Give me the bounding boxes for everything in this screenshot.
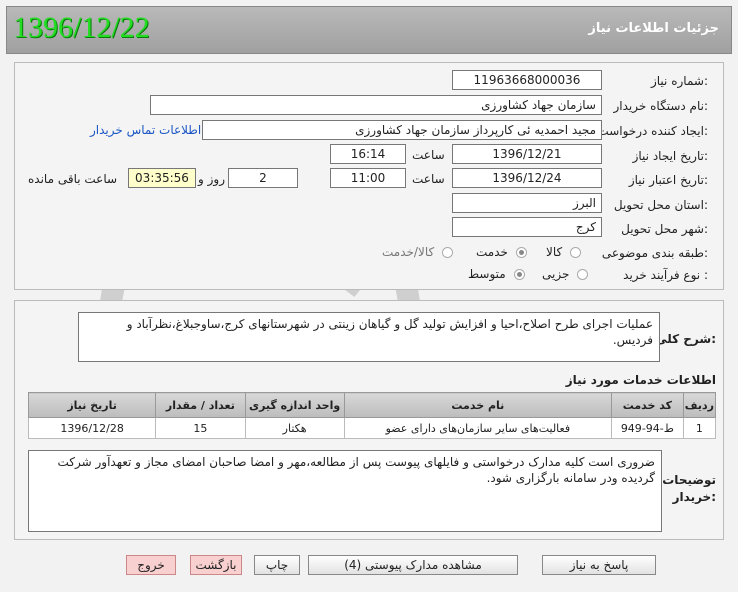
process-option-medium[interactable]: متوسط — [468, 267, 525, 281]
province-field: البرز — [452, 193, 602, 213]
category-option-goods-label: کالا — [546, 245, 563, 259]
process-option-minor-label: جزیی — [542, 267, 570, 281]
services-title: اطلاعات خدمات مورد نیاز — [565, 373, 716, 387]
category-label: طبقه بندی موضوعی: — [601, 246, 708, 260]
buyer-notes-label: توضیحات خریدار: — [662, 473, 716, 504]
created-date-field: 1396/12/21 — [452, 144, 602, 164]
validity-days-field: 2 — [228, 168, 298, 188]
page-title: جزئیات اطلاعات نیاز — [588, 21, 719, 36]
buyer-org-label: نام دستگاه خریدار: — [613, 99, 709, 113]
validity-time-label: ساعت — [412, 172, 445, 186]
province-label: استان محل تحویل: — [613, 198, 708, 212]
category-option-goods-service[interactable]: کالا/خدمت — [382, 245, 454, 259]
buyer-notes-text: ضروری است کلیه مدارک درخواستی و فایلهای … — [28, 450, 662, 532]
col-service-name: نام خدمت — [343, 392, 612, 418]
remaining-time-field: 03:35:56 — [128, 168, 196, 188]
radio-empty-icon — [442, 247, 454, 258]
buyer-org-field: سازمان جهاد کشاورزی — [150, 95, 602, 115]
cell-need-date: 1396/12/28 — [27, 417, 157, 439]
created-date-label: تاریخ ایجاد نیاز: — [632, 149, 708, 163]
description-text: عملیات اجرای طرح اصلاح،احیا و افزایش تول… — [78, 312, 660, 362]
col-quantity: تعداد / مقدار — [155, 392, 246, 418]
validity-days-label: روز و — [198, 172, 225, 186]
created-time-field: 16:14 — [330, 144, 406, 164]
requester-label: ایجاد کننده درخواست: — [597, 124, 708, 138]
category-option-service[interactable]: خدمت — [476, 245, 527, 259]
radio-empty-icon — [570, 247, 582, 258]
table-row: 1 ط-94-949 فعالیت‌های سایر سازمان‌های دا… — [27, 417, 717, 439]
category-option-goods-service-label: کالا/خدمت — [382, 245, 435, 259]
col-need-date: تاریخ نیاز — [27, 392, 157, 418]
requester-field: مجید احمدیه ئی کارپرداز سازمان جهاد کشاو… — [202, 120, 602, 140]
process-label: نوع فرآیند خرید : — [623, 268, 708, 282]
cell-row-number: 1 — [682, 417, 717, 439]
remaining-time-label: ساعت باقی مانده — [28, 172, 118, 186]
radio-selected-icon — [513, 269, 525, 280]
reply-button[interactable]: پاسخ به نیاز — [542, 555, 656, 575]
col-row-number: ردیف — [682, 392, 717, 418]
city-field: کرج — [452, 217, 602, 237]
print-button[interactable]: چاپ — [254, 555, 300, 575]
validity-time-field: 11:00 — [330, 168, 406, 188]
exit-button[interactable]: خروج — [126, 555, 176, 575]
header-date: 1396/12/22 — [13, 11, 150, 44]
need-number-field: 1196366800003‍6 — [452, 70, 602, 90]
created-time-label: ساعت — [412, 148, 445, 162]
need-number-label: شماره نیاز: — [650, 74, 708, 88]
category-option-service-label: خدمت — [476, 245, 508, 259]
validity-date-field: 1396/12/24 — [452, 168, 602, 188]
radio-empty-icon — [577, 269, 589, 280]
cell-unit: هکتار — [244, 417, 345, 439]
validity-date-label: تاریخ اعتبار نیاز: — [628, 173, 708, 187]
process-option-minor[interactable]: جزیی — [542, 267, 589, 281]
header-bar: جزئیات اطلاعات نیاز 1396/12/22 — [6, 6, 732, 54]
col-unit: واحد اندازه گیری — [244, 392, 345, 418]
category-option-goods[interactable]: کالا — [546, 245, 582, 259]
attachments-button[interactable]: مشاهده مدارک پیوستی (4) — [308, 555, 518, 575]
city-label: شهر محل تحویل: — [621, 222, 708, 236]
buyer-contact-link[interactable]: اطلاعات تماس خریدار — [90, 123, 201, 137]
cell-service-name: فعالیت‌های سایر سازمان‌های دارای عضو — [343, 417, 612, 439]
table-header-row: ردیف کد خدمت نام خدمت واحد اندازه گیری ت… — [27, 392, 717, 418]
radio-selected-icon — [515, 247, 527, 258]
process-option-medium-label: متوسط — [468, 267, 506, 281]
cell-service-code: ط-94-949 — [610, 417, 684, 439]
page: جزئیات اطلاعات نیاز 1396/12/22 شماره نیا… — [0, 0, 738, 592]
services-table: ردیف کد خدمت نام خدمت واحد اندازه گیری ت… — [27, 392, 717, 439]
col-service-code: کد خدمت — [610, 392, 684, 418]
back-button[interactable]: بازگشت — [190, 555, 242, 575]
cell-quantity: 15 — [155, 417, 246, 439]
